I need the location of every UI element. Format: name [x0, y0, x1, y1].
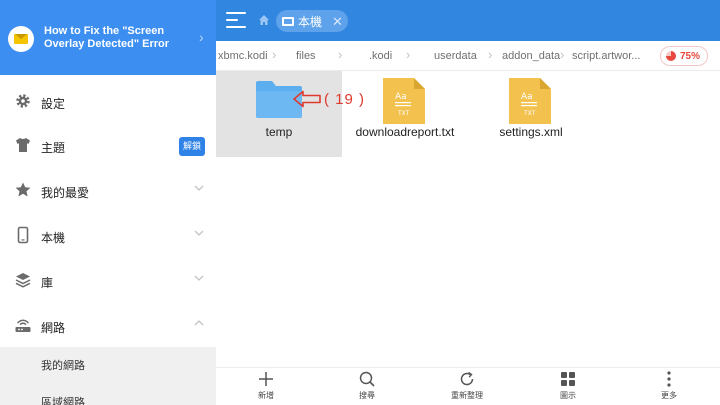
annotation-number: ( 19 )	[324, 90, 366, 108]
drawer-item-library[interactable]: 庫	[0, 259, 216, 303]
annotation-marker: ( 19 )	[292, 88, 365, 110]
phone-icon	[17, 226, 29, 244]
unlock-button[interactable]: 解鎖	[179, 137, 205, 156]
more-label: 更多	[661, 391, 677, 400]
file-name: downloadreport.txt	[355, 125, 455, 139]
svg-text:TXT: TXT	[523, 110, 536, 117]
new-label: 新增	[258, 391, 274, 400]
navigation-drawer: How to Fix the "Screen Overlay Detected"…	[0, 0, 216, 405]
view-icons-label: 圖示	[560, 391, 576, 400]
chevron-right-icon: ›	[488, 47, 493, 62]
search-button[interactable]: 搜尋	[337, 370, 397, 405]
drawer-item-local[interactable]: 本機	[0, 214, 216, 258]
chevron-right-icon: ›	[199, 29, 204, 45]
more-button[interactable]: 更多	[639, 370, 699, 405]
file-item-temp[interactable]: temp	[216, 71, 342, 157]
shirt-icon	[16, 138, 30, 152]
star-icon	[15, 182, 31, 197]
svg-text:Aa: Aa	[395, 92, 407, 102]
storage-indicator[interactable]: 75%	[660, 46, 708, 66]
gear-icon	[16, 94, 30, 108]
file-item-settings[interactable]: Aa TXT settings.xml	[468, 71, 594, 157]
new-button[interactable]: 新增	[236, 370, 296, 405]
drawer-item-label: 我的最愛	[41, 186, 90, 200]
screen: 本機 ✕ xbmc.kodi › files › .kodi › userdat…	[0, 0, 720, 405]
breadcrumb-item[interactable]: script.artwor...	[572, 50, 640, 62]
more-vertical-icon	[667, 371, 671, 387]
chevron-down-icon	[194, 275, 204, 281]
tab-local[interactable]: 本機 ✕	[276, 10, 348, 32]
text-file-icon: Aa TXT	[383, 78, 425, 124]
storage-pie-icon	[666, 51, 676, 61]
mail-envelope-icon	[8, 26, 34, 52]
breadcrumb-item[interactable]: userdata	[434, 50, 477, 62]
home-icon[interactable]	[258, 14, 270, 26]
grid-icon	[561, 372, 575, 386]
chevron-right-icon: ›	[272, 47, 277, 62]
router-icon	[15, 319, 31, 332]
refresh-button[interactable]: 重新整理	[437, 370, 497, 405]
hamburger-menu-icon[interactable]	[226, 12, 246, 29]
drawer-item-favorites[interactable]: 我的最愛	[0, 169, 216, 213]
breadcrumb-item[interactable]: addon_data	[502, 50, 560, 62]
drawer-item-label: 本機	[41, 231, 66, 245]
breadcrumb: xbmc.kodi › files › .kodi › userdata › a…	[216, 41, 720, 71]
breadcrumb-item[interactable]: xbmc.kodi	[218, 50, 268, 62]
chevron-right-icon: ›	[338, 47, 343, 62]
chevron-down-icon	[194, 185, 204, 191]
layers-icon	[15, 273, 31, 288]
breadcrumb-item[interactable]: files	[296, 50, 316, 62]
drawer-item-label: 設定	[41, 97, 66, 111]
drawer-item-label: 主題	[41, 141, 66, 155]
text-file-icon: Aa TXT	[509, 78, 551, 124]
view-icons-button[interactable]: 圖示	[538, 370, 598, 405]
storage-percent: 75%	[680, 50, 701, 62]
drawer-subitem-lan[interactable]: 區域網路	[41, 394, 85, 405]
refresh-label: 重新整理	[451, 391, 483, 400]
drawer-item-label: 庫	[41, 276, 54, 290]
drawer-subitem-my-network[interactable]: 我的網路	[41, 357, 85, 373]
chevron-right-icon: ›	[560, 47, 565, 62]
network-submenu: 我的網路 區域網路	[0, 347, 216, 405]
close-tab-icon[interactable]: ✕	[332, 15, 343, 28]
search-icon	[359, 371, 375, 387]
bottom-toolbar: 新增 搜尋 重新整理 圖示 更多	[216, 367, 720, 405]
chevron-right-icon: ›	[406, 47, 411, 62]
svg-text:Aa: Aa	[521, 92, 533, 102]
file-name: temp	[265, 125, 293, 139]
tab-label: 本機	[298, 14, 323, 29]
drawer-header-title: How to Fix the "Screen Overlay Detected"…	[44, 25, 170, 50]
breadcrumb-item[interactable]: .kodi	[369, 50, 392, 62]
left-arrow-icon	[293, 90, 321, 108]
plus-icon	[259, 372, 273, 386]
svg-text:TXT: TXT	[397, 110, 410, 117]
chevron-up-icon	[194, 320, 204, 326]
refresh-icon	[460, 371, 474, 386]
device-icon	[282, 16, 294, 26]
file-item-downloadreport[interactable]: Aa TXT downloadreport.txt	[342, 71, 468, 157]
file-name: settings.xml	[499, 125, 563, 139]
drawer-item-settings[interactable]: 設定	[0, 80, 216, 124]
search-label: 搜尋	[359, 391, 375, 400]
drawer-item-label: 網路	[41, 321, 66, 335]
chevron-down-icon	[194, 230, 204, 236]
drawer-item-network[interactable]: 網路	[0, 304, 216, 348]
drawer-header[interactable]: How to Fix the "Screen Overlay Detected"…	[0, 0, 216, 75]
